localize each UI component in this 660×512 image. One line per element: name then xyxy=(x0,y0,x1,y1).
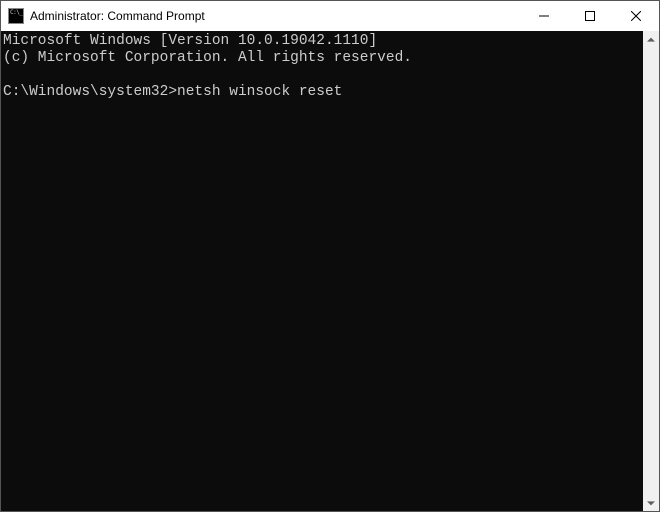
maximize-icon xyxy=(585,11,595,21)
console-line: Microsoft Windows [Version 10.0.19042.11… xyxy=(3,33,643,50)
command-prompt-window: Administrator: Command Prompt Microsoft … xyxy=(0,0,660,512)
minimize-button[interactable] xyxy=(521,1,567,31)
console-line: (c) Microsoft Corporation. All rights re… xyxy=(3,50,643,67)
window-controls xyxy=(521,1,659,31)
maximize-button[interactable] xyxy=(567,1,613,31)
vertical-scrollbar[interactable] xyxy=(643,31,659,511)
command-input[interactable]: netsh winsock reset xyxy=(177,84,342,100)
chevron-down-icon xyxy=(647,499,655,507)
minimize-icon xyxy=(539,11,549,21)
prompt-text: C:\Windows\system32> xyxy=(3,84,177,100)
scroll-up-button[interactable] xyxy=(643,31,659,48)
console-area[interactable]: Microsoft Windows [Version 10.0.19042.11… xyxy=(1,31,643,511)
console-prompt-line: C:\Windows\system32>netsh winsock reset xyxy=(3,84,643,101)
console-wrap: Microsoft Windows [Version 10.0.19042.11… xyxy=(1,31,659,511)
window-title: Administrator: Command Prompt xyxy=(30,9,521,23)
chevron-up-icon xyxy=(647,36,655,44)
titlebar[interactable]: Administrator: Command Prompt xyxy=(1,1,659,31)
close-button[interactable] xyxy=(613,1,659,31)
scroll-down-button[interactable] xyxy=(643,494,659,511)
close-icon xyxy=(631,11,641,21)
cmd-icon xyxy=(8,8,24,24)
console-blank-line xyxy=(3,67,643,84)
